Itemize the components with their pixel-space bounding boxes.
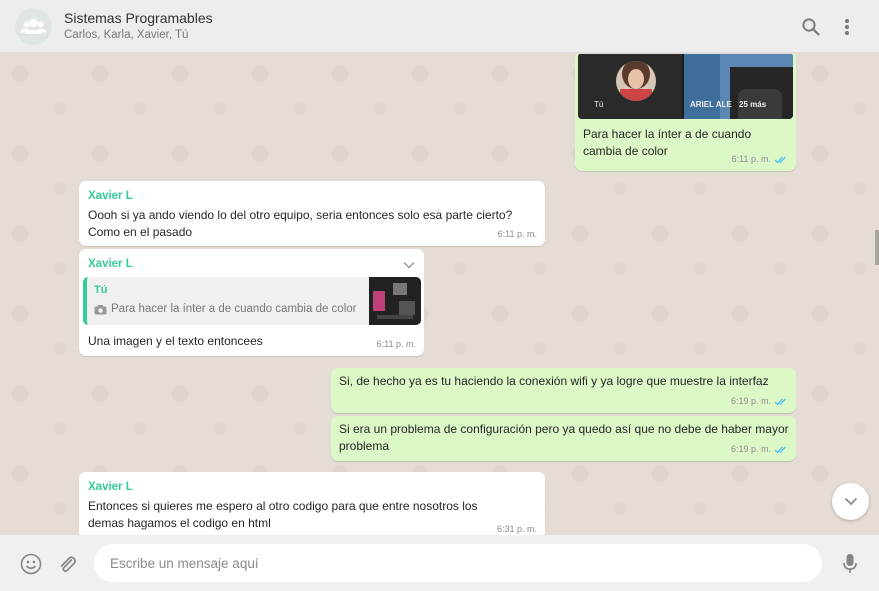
video-tile-label: ARIEL ALE [690,100,732,109]
message-input[interactable] [94,544,822,582]
message-sender[interactable]: Xavier L [88,188,133,205]
menu-icon[interactable] [834,14,860,40]
chat-title[interactable]: Sistemas Programables [64,10,213,26]
double-check-icon [774,446,786,453]
quoted-thumbnail [369,277,421,325]
quoted-author: Tú [94,284,108,296]
message-meta: 6:11 p. m. [732,151,788,168]
message-meta: 6:31 p. m. [497,521,537,535]
message-time: 6:11 p. m. [497,229,537,239]
message-text: Una imagen y el texto entoncees [88,334,263,348]
message-time: 6:11 p. m. [731,154,771,164]
message-meta: 6:19 p. m. [731,441,788,458]
double-check-icon [774,398,786,405]
chat-header[interactable]: Sistemas Programables Carlos, Karla, Xav… [0,0,879,53]
chat-members: Carlos, Karla, Xavier, Tú [64,29,189,41]
chevron-down-icon [844,497,857,506]
message-time: 6:19 p. m. [730,396,771,406]
message-list[interactable]: Tú ARIEL ALE 25 más Para hacer la ínter … [0,54,879,535]
message-bubble-outgoing[interactable]: Tú ARIEL ALE 25 más Para hacer la ínter … [575,54,796,171]
message-bubble-incoming[interactable]: Xavier L Oooh si ya ando viendo lo del o… [79,181,545,246]
message-sender[interactable]: Xavier L [88,479,133,496]
mic-icon[interactable] [837,551,863,577]
camera-icon [94,304,107,314]
message-bubble-incoming[interactable]: Xavier L Entonces si quieres me espero a… [79,472,545,535]
emoji-icon[interactable] [18,551,44,577]
message-time: 6:31 p. m. [496,524,537,534]
message-text: Si era un problema de configuración pero… [339,422,789,453]
double-check-icon [774,156,786,163]
attach-icon[interactable] [54,551,80,577]
quoted-text: Para hacer la ínter a de cuando cambia d… [111,303,357,315]
message-text: Entonces si quieres me espero al otro co… [88,499,478,530]
message-time: 6:11 p. m. [376,339,416,349]
message-time: 6:19 p. m. [730,444,771,454]
scrollbar-thumb[interactable] [875,230,879,265]
message-bubble-outgoing[interactable]: Si era un problema de configuración pero… [331,416,796,461]
message-meta: 6:11 p. m. [498,226,537,243]
message-text: Si, de hecho ya es tu haciendo la conexi… [339,374,769,388]
search-icon[interactable] [798,14,824,40]
chevron-down-icon[interactable] [403,257,415,274]
composer-bar [0,535,879,591]
message-bubble-incoming[interactable]: Xavier L Tú Para hacer la ínter a de cua… [79,249,424,356]
message-text: Oooh si ya ando viendo lo del otro equip… [88,208,513,239]
message-sender[interactable]: Xavier L [88,256,133,273]
video-call-thumbnail[interactable]: Tú ARIEL ALE 25 más [578,54,793,119]
video-tile-label: Tú [594,100,604,109]
message-meta: 6:19 p. m. [731,393,788,410]
message-meta: 6:11 p. m. [377,336,416,353]
group-avatar-icon[interactable] [15,8,52,45]
video-tile-more: 25 más [739,100,767,109]
scroll-to-bottom-button[interactable] [832,483,869,520]
quoted-message[interactable]: Tú Para hacer la ínter a de cuando cambi… [83,277,421,325]
message-bubble-outgoing[interactable]: Si, de hecho ya es tu haciendo la conexi… [331,368,796,413]
